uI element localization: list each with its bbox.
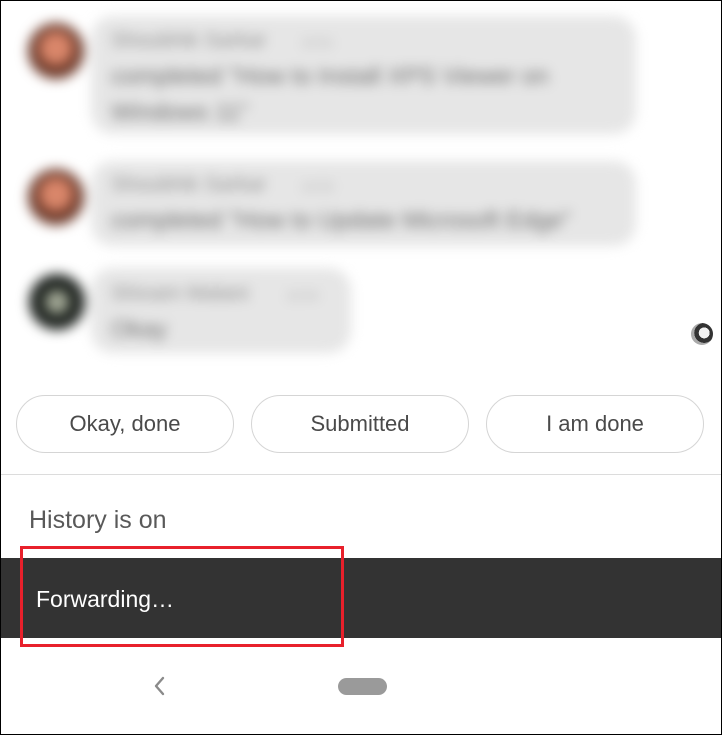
- read-receipt-avatar: [691, 323, 713, 345]
- app-frame: Shoubhik Sarkar 10:51 completed "How to …: [0, 0, 722, 735]
- message-sender: Shivam Malani: [111, 282, 249, 305]
- home-pill-icon[interactable]: [338, 678, 387, 695]
- message-body-line: Windows 11": [111, 99, 249, 126]
- message-body-line: completed "How to Update Microsoft Edge": [111, 207, 571, 234]
- suggestion-chip-submitted[interactable]: Submitted: [251, 395, 469, 453]
- suggestion-chip-okay-done[interactable]: Okay, done: [16, 395, 234, 453]
- sender-avatar: [28, 169, 84, 225]
- message-2: Shoubhik Sarkar 10:53 completed "How to …: [1, 151, 721, 251]
- message-1: Shoubhik Sarkar 10:51 completed "How to …: [1, 1, 721, 141]
- message-3: Shivam Malani 10:54 Okay: [1, 256, 721, 356]
- suggestion-chip-i-am-done[interactable]: I am done: [486, 395, 704, 453]
- message-sender: Shoubhik Sarkar: [111, 29, 267, 52]
- history-status: History is on: [29, 506, 167, 534]
- chevron-left-icon[interactable]: [149, 673, 169, 699]
- divider: [1, 474, 721, 475]
- message-sender: Shoubhik Sarkar: [111, 173, 267, 196]
- message-time: 10:51: [301, 35, 334, 50]
- sender-avatar: [28, 23, 84, 79]
- message-time: 10:54: [286, 288, 319, 303]
- sender-avatar: [29, 274, 85, 330]
- message-time: 10:53: [301, 179, 334, 194]
- highlight-box: [20, 546, 344, 647]
- message-body-line: completed "How to Install XPS Viewer on: [111, 63, 549, 90]
- message-body-line: Okay: [111, 316, 168, 343]
- chat-history: Shoubhik Sarkar 10:51 completed "How to …: [1, 1, 721, 371]
